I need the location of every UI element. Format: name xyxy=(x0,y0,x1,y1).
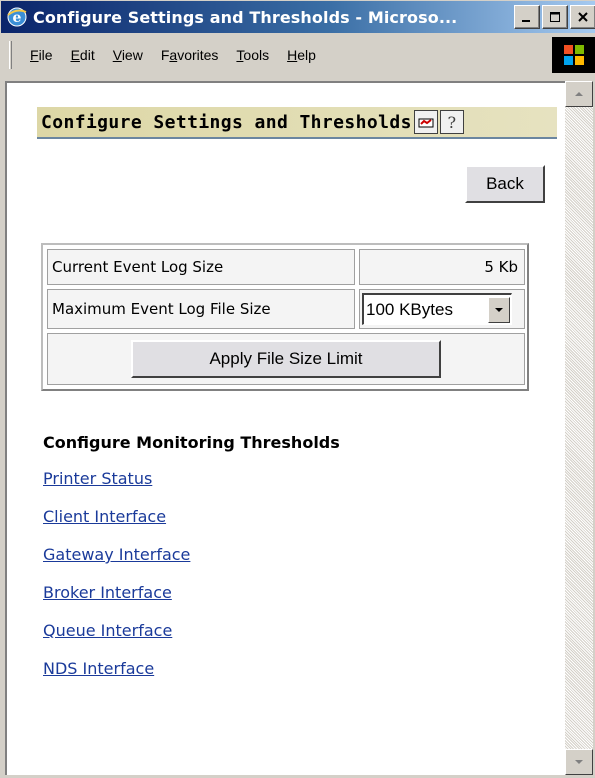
scroll-up-button[interactable] xyxy=(565,81,593,107)
page-title: Configure Settings and Thresholds xyxy=(41,111,412,133)
minimize-icon xyxy=(522,20,530,22)
menu-file[interactable]: File xyxy=(30,47,53,63)
maximize-button[interactable] xyxy=(542,5,568,29)
link-nds-interface[interactable]: NDS Interface xyxy=(43,659,190,697)
max-log-size-label: Maximum Event Log File Size xyxy=(47,289,355,329)
event-log-size-value: 5 Kb xyxy=(359,249,525,285)
link-gateway-interface[interactable]: Gateway Interface xyxy=(43,545,190,583)
link-client-interface[interactable]: Client Interface xyxy=(43,507,190,545)
max-log-size-selected: 100 KBytes xyxy=(366,299,453,319)
close-button[interactable] xyxy=(570,5,595,29)
browser-window: e Configure Settings and Thresholds - Mi… xyxy=(0,0,595,778)
window-title: Configure Settings and Thresholds - Micr… xyxy=(33,7,458,27)
link-broker-interface[interactable]: Broker Interface xyxy=(43,583,190,621)
close-icon xyxy=(578,12,588,22)
settings-table: Current Event Log Size 5 Kb Maximum Even… xyxy=(41,243,529,391)
link-queue-interface[interactable]: Queue Interface xyxy=(43,621,190,659)
max-log-size-cell: 100 KBytes xyxy=(359,289,525,329)
menu-view[interactable]: View xyxy=(113,47,143,63)
apply-cell: Apply File Size Limit xyxy=(47,333,525,385)
apply-file-size-limit-button[interactable]: Apply File Size Limit xyxy=(131,340,441,378)
vertical-scrollbar[interactable] xyxy=(565,81,593,775)
scroll-down-icon xyxy=(575,760,583,764)
back-button[interactable]: Back xyxy=(465,165,545,203)
page-content: Configure Settings and Thresholds ? Back… xyxy=(5,81,565,775)
menu-favorites[interactable]: Favorites xyxy=(161,47,219,63)
threshold-links: Printer Status Client Interface Gateway … xyxy=(43,469,190,697)
menu-bar: File Edit View Favorites Tools Help xyxy=(1,33,595,77)
monitoring-thresholds-heading: Configure Monitoring Thresholds xyxy=(43,433,340,452)
scroll-down-button[interactable] xyxy=(565,749,593,775)
maximize-icon xyxy=(550,12,560,22)
help-icon[interactable]: ? xyxy=(439,110,464,134)
max-log-size-select[interactable]: 100 KBytes xyxy=(362,293,512,325)
minimize-button[interactable] xyxy=(514,5,540,29)
scroll-up-icon xyxy=(575,92,583,96)
menu-grip[interactable] xyxy=(9,41,12,69)
event-log-size-label: Current Event Log Size xyxy=(47,249,355,285)
page-header: Configure Settings and Thresholds ? xyxy=(37,107,557,139)
windows-logo-icon xyxy=(552,37,595,73)
title-bar[interactable]: e Configure Settings and Thresholds - Mi… xyxy=(1,1,595,33)
printer-status-icon[interactable] xyxy=(413,110,438,134)
menu-tools[interactable]: Tools xyxy=(236,47,269,63)
menu-help[interactable]: Help xyxy=(287,47,316,63)
link-printer-status[interactable]: Printer Status xyxy=(43,469,190,507)
help-glyph: ? xyxy=(447,112,457,132)
internet-explorer-icon: e xyxy=(5,5,29,29)
dropdown-arrow-icon[interactable] xyxy=(488,296,510,323)
menu-edit[interactable]: Edit xyxy=(71,47,95,63)
